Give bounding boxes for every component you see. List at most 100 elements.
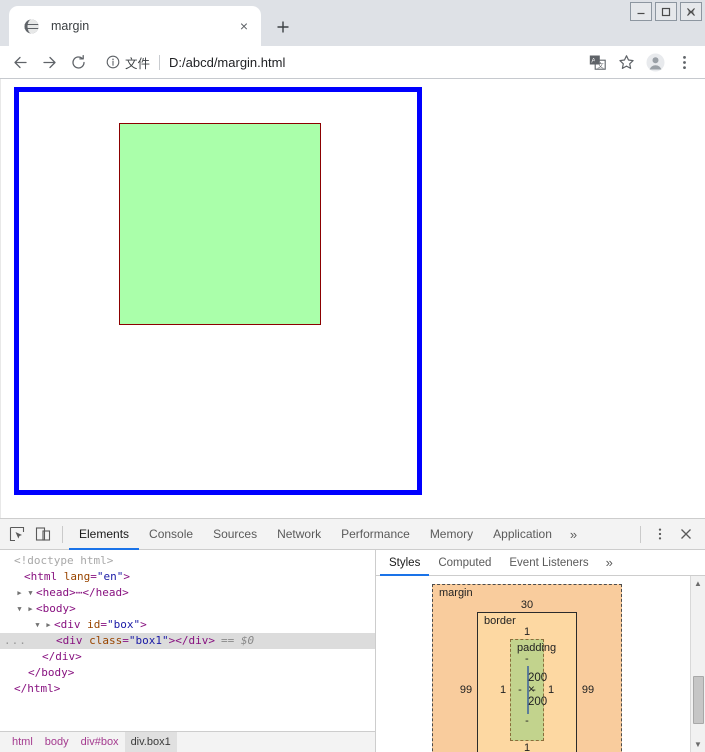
url-text[interactable]: D:/abcd/margin.html bbox=[169, 55, 285, 70]
three-dot-menu-icon[interactable] bbox=[647, 522, 673, 546]
chevron-right-icon[interactable]: ▶ bbox=[14, 585, 25, 601]
dom-node-text: <div class="box1"></div> bbox=[56, 634, 215, 647]
toolbar-right-actions: A 文 bbox=[583, 48, 699, 76]
scrollbar-track[interactable] bbox=[691, 591, 705, 737]
scroll-down-icon[interactable]: ▼ bbox=[694, 737, 702, 752]
star-icon[interactable] bbox=[612, 48, 641, 76]
margin-right-value[interactable]: 99 bbox=[577, 684, 599, 696]
more-tabs-icon[interactable]: » bbox=[562, 527, 585, 542]
devtools-panel: Elements Console Sources Network Perform… bbox=[0, 518, 705, 752]
inspect-element-icon[interactable] bbox=[4, 522, 30, 546]
device-toolbar-icon[interactable] bbox=[30, 522, 56, 546]
styles-scrollbar[interactable]: ▲ ▼ bbox=[690, 576, 705, 752]
tab-event-listeners[interactable]: Event Listeners bbox=[500, 550, 597, 576]
restore-icon[interactable] bbox=[655, 2, 677, 21]
dom-row[interactable]: </body> bbox=[0, 665, 375, 681]
breadcrumb-item-body[interactable]: body bbox=[39, 732, 75, 752]
tab-console[interactable]: Console bbox=[139, 519, 203, 550]
new-tab-button[interactable] bbox=[269, 13, 297, 41]
border-top-value[interactable]: 1 bbox=[496, 625, 558, 639]
tab-sources[interactable]: Sources bbox=[203, 519, 267, 550]
chevron-right-icon[interactable]: ▶ bbox=[43, 617, 54, 633]
border-bottom-value[interactable]: 1 bbox=[496, 741, 558, 752]
devtools-toolbar-divider bbox=[62, 525, 63, 543]
dom-node-text: <div id="box"> bbox=[54, 618, 147, 631]
dom-row[interactable]: ▼ ▶ <body> bbox=[0, 601, 375, 617]
svg-text:文: 文 bbox=[597, 60, 604, 69]
devtools-toolbar-right bbox=[634, 522, 705, 546]
dom-tree-pane: <!doctype html> <html lang="en"> ▶ ▼ <he… bbox=[0, 550, 376, 752]
chevron-right-icon[interactable]: ▶ bbox=[25, 601, 36, 617]
devtools-tabs: Elements Console Sources Network Perform… bbox=[69, 519, 585, 550]
url-scheme-label: 文件 bbox=[125, 56, 151, 71]
dom-row[interactable]: </div> bbox=[0, 649, 375, 665]
three-dot-menu-icon[interactable] bbox=[670, 48, 699, 76]
translate-icon[interactable]: A 文 bbox=[583, 48, 612, 76]
dom-node-text: <html lang="en"> bbox=[24, 570, 130, 583]
chevron-down-icon[interactable]: ▼ bbox=[25, 585, 36, 601]
dom-row[interactable]: ▶ ▼ <head>⋯</head> bbox=[0, 585, 375, 601]
dom-ellipsis-badge[interactable]: ... bbox=[4, 633, 26, 649]
tab-performance[interactable]: Performance bbox=[331, 519, 420, 550]
tab-elements[interactable]: Elements bbox=[69, 519, 139, 550]
tab-strip: margin × bbox=[9, 6, 297, 46]
tab-title: margin bbox=[51, 19, 90, 33]
dom-row[interactable]: <!doctype html> bbox=[0, 553, 375, 569]
devtools-body: <!doctype html> <html lang="en"> ▶ ▼ <he… bbox=[0, 550, 705, 752]
padding-bottom-value[interactable]: - bbox=[525, 714, 529, 728]
more-styles-tabs-icon[interactable]: » bbox=[598, 555, 621, 570]
breadcrumb-item-div-box[interactable]: div#box bbox=[75, 732, 125, 752]
box-model-margin-label: margin bbox=[439, 587, 473, 599]
scrollbar-thumb[interactable] bbox=[692, 675, 704, 724]
tab-memory[interactable]: Memory bbox=[420, 519, 483, 550]
chevron-down-icon[interactable]: ▼ bbox=[14, 601, 25, 617]
tab-styles[interactable]: Styles bbox=[380, 550, 429, 576]
margin-top-value[interactable]: 30 bbox=[455, 598, 599, 612]
dom-row[interactable]: ▼ ▶ <div id="box"> bbox=[0, 617, 375, 633]
tab-application[interactable]: Application bbox=[483, 519, 562, 550]
padding-right-value[interactable]: - bbox=[527, 684, 541, 696]
close-icon[interactable] bbox=[680, 2, 702, 21]
inner-box-div bbox=[119, 123, 321, 325]
padding-left-value[interactable]: - bbox=[513, 684, 527, 696]
breadcrumb-item-div-box1[interactable]: div.box1 bbox=[124, 731, 177, 752]
box-model-diagram: margin 30 99 border 1 1 padding - - 200 … bbox=[432, 584, 622, 752]
tab-network[interactable]: Network bbox=[267, 519, 331, 550]
dom-row[interactable]: <html lang="en"> bbox=[0, 569, 375, 585]
forward-button[interactable] bbox=[35, 48, 64, 76]
back-button[interactable] bbox=[6, 48, 35, 76]
omnibox-divider bbox=[159, 54, 161, 70]
dom-node-text: </body> bbox=[28, 666, 75, 679]
globe-icon bbox=[23, 18, 40, 35]
address-bar[interactable]: 文件 D:/abcd/margin.html bbox=[97, 49, 577, 75]
dom-node-text: </html> bbox=[14, 682, 61, 695]
scroll-up-icon[interactable]: ▲ bbox=[694, 576, 702, 591]
title-bar: margin × bbox=[0, 0, 705, 46]
page-viewport bbox=[0, 79, 705, 519]
info-icon[interactable] bbox=[103, 55, 123, 69]
dom-tree: <!doctype html> <html lang="en"> ▶ ▼ <he… bbox=[0, 550, 375, 731]
minimize-icon[interactable] bbox=[630, 2, 652, 21]
border-left-value[interactable]: 1 bbox=[496, 684, 510, 696]
border-right-value[interactable]: 1 bbox=[544, 684, 558, 696]
box-model-margin[interactable]: margin 30 99 border 1 1 padding - - 200 … bbox=[432, 584, 622, 752]
margin-left-value[interactable]: 99 bbox=[455, 684, 477, 696]
close-icon[interactable]: × bbox=[235, 17, 253, 35]
dom-doctype: <!doctype html> bbox=[14, 554, 114, 567]
breadcrumb: html body div#box div.box1 bbox=[0, 731, 375, 752]
reload-button[interactable] bbox=[64, 48, 93, 76]
breadcrumb-item-html[interactable]: html bbox=[6, 732, 39, 752]
avatar-icon[interactable] bbox=[641, 48, 670, 76]
dom-row-selected[interactable]: ... <div class="box1"></div> == $0 bbox=[0, 633, 375, 649]
browser-window: margin × 文件 D:/abcd/margin.html A 文 Elem… bbox=[0, 0, 705, 752]
box-model-border[interactable]: border 1 1 padding - - 200 × 200 - - 1 1 bbox=[477, 612, 577, 752]
close-icon[interactable] bbox=[673, 522, 699, 546]
tab-computed[interactable]: Computed bbox=[429, 550, 500, 576]
browser-tab[interactable]: margin × bbox=[9, 6, 261, 46]
padding-top-value[interactable]: - bbox=[525, 652, 531, 666]
dom-row[interactable]: </html> bbox=[0, 681, 375, 697]
styles-tabbar: Styles Computed Event Listeners » bbox=[376, 550, 705, 576]
box-model-padding[interactable]: padding - - 200 × 200 - - bbox=[510, 639, 556, 741]
chevron-down-icon[interactable]: ▼ bbox=[32, 617, 43, 633]
outer-box-div bbox=[14, 87, 422, 495]
